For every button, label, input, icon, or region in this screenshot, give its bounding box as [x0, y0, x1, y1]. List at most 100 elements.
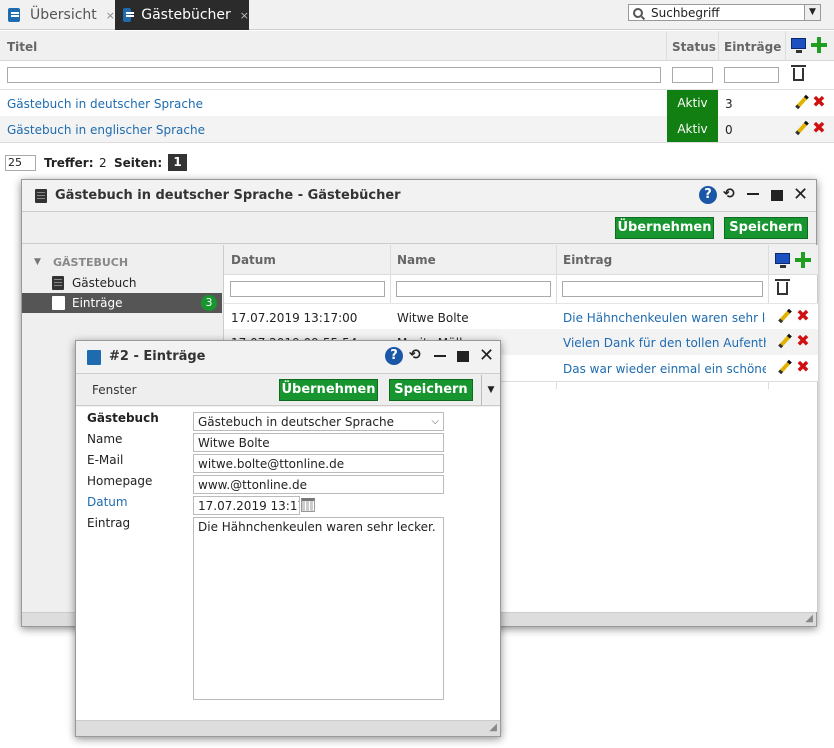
hits-count: 2: [99, 156, 107, 170]
column-title[interactable]: Titel: [7, 40, 37, 54]
name-field[interactable]: Witwe Bolte: [193, 433, 444, 452]
column-date[interactable]: Datum: [231, 253, 276, 267]
cell-name: Witwe Bolte: [397, 311, 469, 325]
date-filter-input[interactable]: [230, 281, 385, 297]
column-status[interactable]: Status: [672, 40, 716, 54]
entries-filter-input[interactable]: [724, 67, 779, 83]
help-icon[interactable]: ?: [699, 186, 717, 204]
table-row[interactable]: Gästebuch in deutscher Sprache Aktiv 3 ✖: [0, 90, 834, 116]
delete-icon[interactable]: ✖: [796, 308, 810, 324]
chevron-down-icon[interactable]: ▼: [804, 5, 820, 20]
page-button[interactable]: 1: [168, 154, 187, 171]
maximize-icon[interactable]: [457, 351, 469, 362]
edit-icon[interactable]: [777, 334, 791, 348]
help-icon[interactable]: ?: [385, 347, 403, 365]
chevron-down-icon[interactable]: ▼: [481, 375, 500, 406]
overview-icon: [8, 8, 21, 22]
edit-icon[interactable]: [794, 121, 808, 135]
calendar-icon[interactable]: [301, 498, 315, 512]
edit-icon[interactable]: [777, 360, 791, 374]
book-icon: [52, 276, 64, 290]
page-size-input[interactable]: 25: [5, 155, 36, 171]
column-entry[interactable]: Eintrag: [563, 253, 612, 267]
column-entries[interactable]: Einträge: [724, 40, 781, 54]
list-header: Titel Status Einträge: [0, 31, 834, 61]
tab-uebersicht[interactable]: Übersicht ×: [0, 0, 115, 30]
table-row[interactable]: Gästebuch in englischer Sprache Aktiv 0 …: [0, 116, 834, 142]
guestbook-label: Gästebuch: [87, 411, 159, 425]
add-icon[interactable]: [811, 37, 827, 56]
cell-entry-link[interactable]: Vielen Dank für den tollen Aufenthalt.: [563, 336, 766, 350]
save-button[interactable]: Speichern: [724, 217, 808, 239]
tab-gaestebuecher[interactable]: Gästebücher ×: [115, 0, 249, 30]
close-icon[interactable]: ×: [240, 9, 249, 22]
window-toolbar: Übernehmen Speichern: [22, 213, 816, 244]
homepage-label: Homepage: [87, 474, 153, 488]
date-field[interactable]: 17.07.2019 13:17:00: [193, 496, 300, 515]
delete-icon[interactable]: ✖: [812, 94, 826, 110]
delete-icon[interactable]: ✖: [796, 359, 810, 375]
minimize-icon[interactable]: [434, 355, 446, 357]
close-icon[interactable]: ×: [106, 9, 115, 22]
guestbook-select[interactable]: Gästebuch in deutscher Sprache ⌵: [193, 412, 444, 431]
name-filter-input[interactable]: [396, 281, 551, 297]
status-bar: ◢: [76, 720, 500, 736]
entry-filter-input[interactable]: [562, 281, 763, 297]
cell-entry-link[interactable]: Die Hähnchenkeulen waren sehr lecker.: [563, 311, 766, 325]
homepage-field[interactable]: www.@ttonline.de: [193, 475, 444, 494]
window-titlebar[interactable]: Gästebuch in deutscher Sprache - Gästebü…: [22, 180, 816, 212]
refresh-icon[interactable]: ⟲: [409, 347, 423, 363]
email-label: E-Mail: [87, 453, 124, 467]
guestbook-icon: [123, 8, 135, 22]
tree-root: GÄSTEBUCH: [53, 256, 129, 269]
monitor-icon[interactable]: [775, 253, 790, 268]
entry-count: 3: [725, 97, 733, 111]
close-icon[interactable]: ✕: [793, 184, 808, 205]
window-titlebar[interactable]: #2 - Einträge ? ⟲ ✕: [76, 341, 500, 374]
tree-item-eintraege[interactable]: Einträge 3: [22, 293, 222, 313]
edit-entry-icon: [87, 350, 101, 365]
table-row[interactable]: 17.07.2019 13:17:00 Witwe Bolte Die Hähn…: [224, 303, 818, 329]
delete-icon[interactable]: ✖: [812, 120, 826, 136]
search-input[interactable]: Suchbegriff ▼: [628, 4, 821, 21]
collapse-icon[interactable]: ▼: [34, 257, 41, 267]
entry-textarea[interactable]: Die Hähnchenkeulen waren sehr lecker.: [193, 517, 444, 700]
entry-label: Eintrag: [87, 516, 131, 530]
status-badge: Aktiv: [667, 116, 718, 142]
tree-item-label: Gästebuch: [72, 276, 137, 290]
name-label: Name: [87, 432, 123, 446]
monitor-icon[interactable]: [791, 38, 806, 53]
row-title-link[interactable]: Gästebuch in deutscher Sprache: [7, 97, 203, 111]
column-name[interactable]: Name: [397, 253, 436, 267]
email-field[interactable]: witwe.bolte@ttonline.de: [193, 454, 444, 473]
row-title-link[interactable]: Gästebuch in englischer Sprache: [7, 123, 205, 137]
hits-label: Treffer:: [44, 156, 94, 170]
status-filter-input[interactable]: [672, 67, 713, 83]
book-icon: [35, 189, 47, 203]
maximize-icon[interactable]: [771, 190, 783, 201]
apply-button[interactable]: Übernehmen: [279, 379, 378, 401]
edit-icon[interactable]: [794, 95, 808, 109]
refresh-icon[interactable]: ⟲: [723, 186, 737, 202]
resize-handle-icon[interactable]: ◢: [805, 613, 813, 624]
trash-icon[interactable]: [775, 279, 790, 298]
window-menu[interactable]: Fenster: [92, 383, 137, 397]
tab-label: Übersicht: [30, 7, 97, 23]
save-button[interactable]: Speichern: [389, 379, 473, 401]
cell-entry-link[interactable]: Das war wieder einmal ein schöner Tag.: [563, 362, 766, 376]
window-title: Gästebuch in deutscher Sprache - Gästebü…: [55, 188, 401, 203]
filter-row: [0, 61, 834, 90]
minimize-icon[interactable]: [747, 193, 759, 195]
title-filter-input[interactable]: [7, 67, 661, 83]
resize-handle-icon[interactable]: ◢: [489, 722, 497, 733]
add-icon[interactable]: [795, 252, 811, 271]
entry-editor-window: #2 - Einträge ? ⟲ ✕ Fenster Übernehmen S…: [75, 340, 501, 737]
chevron-down-icon: ⌵: [431, 416, 439, 427]
delete-icon[interactable]: ✖: [796, 333, 810, 349]
edit-icon[interactable]: [777, 309, 791, 323]
close-icon[interactable]: ✕: [479, 345, 494, 366]
search-icon: [633, 7, 643, 18]
apply-button[interactable]: Übernehmen: [615, 217, 714, 239]
trash-icon[interactable]: [791, 65, 806, 84]
tree-item-gaestebuch[interactable]: Gästebuch: [22, 273, 222, 293]
